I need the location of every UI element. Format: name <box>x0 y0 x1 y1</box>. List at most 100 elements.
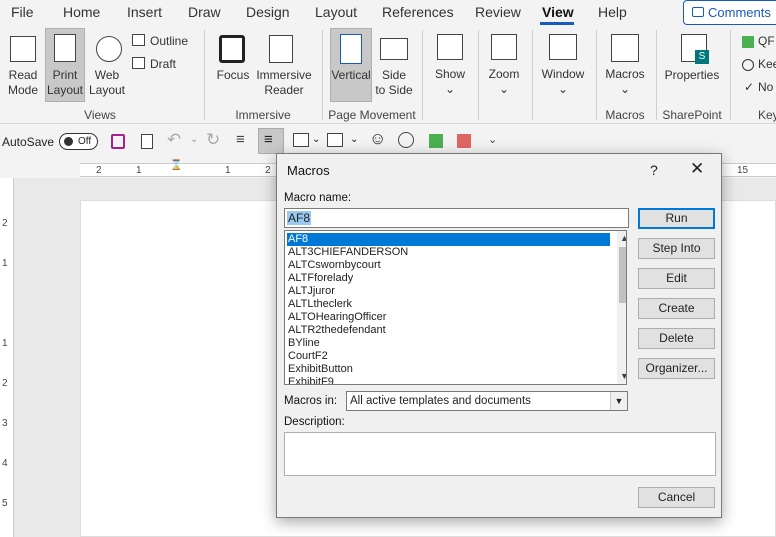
tab-draw[interactable]: Draw <box>188 4 221 20</box>
show-button[interactable]: Show <box>430 67 470 82</box>
chevron-down-icon[interactable]: ⌄ <box>190 134 198 145</box>
list-item[interactable]: ALTOHearingOfficer <box>287 311 610 324</box>
undo-icon[interactable]: ↶ <box>167 130 181 150</box>
tab-design[interactable]: Design <box>246 4 290 20</box>
zoom-icon <box>491 34 517 60</box>
list-item[interactable]: CourtF2 <box>287 350 610 363</box>
ruler-number: 4 <box>2 458 8 469</box>
window-button[interactable]: Window <box>538 67 588 82</box>
list-item[interactable]: BYline <box>287 337 610 350</box>
active-tab-indicator <box>540 22 574 25</box>
ruler-number: 2 <box>96 165 102 176</box>
separator <box>596 30 597 120</box>
macro-name-input[interactable]: AF8 <box>284 208 629 228</box>
macro-list[interactable]: AF8 ALT3CHIEFANDERSON ALTCswornbycourt A… <box>284 230 627 385</box>
comments-button[interactable]: Comments <box>683 0 776 25</box>
scrollbar-thumb[interactable] <box>619 247 626 303</box>
tab-review[interactable]: Review <box>475 4 521 20</box>
qf-button[interactable]: QF <box>758 34 775 49</box>
check-circle-icon[interactable] <box>398 132 414 148</box>
list-item[interactable]: ExhibitF9 <box>287 376 610 384</box>
macros-in-value: All active templates and documents <box>350 395 531 407</box>
table-icon[interactable] <box>293 133 309 147</box>
side-to-side-button[interactable]: Side to Side <box>374 68 414 98</box>
close-icon[interactable]: ✕ <box>690 159 704 179</box>
edit-button[interactable]: Edit <box>638 268 715 289</box>
list-item[interactable]: ALTLtheclerk <box>287 298 610 311</box>
tab-home[interactable]: Home <box>63 4 100 20</box>
separator <box>532 30 533 120</box>
tab-references[interactable]: References <box>382 4 454 20</box>
window-icon <box>549 34 577 60</box>
autosave-toggle[interactable]: Off <box>59 133 98 150</box>
macros-icon <box>611 34 639 62</box>
list-item[interactable]: ALTJjuror <box>287 285 610 298</box>
page-movement-group-label: Page Movement <box>328 108 416 122</box>
smiley-icon[interactable]: ☺ <box>369 129 386 149</box>
help-button[interactable]: ? <box>650 162 658 178</box>
chevron-down-icon[interactable]: ⌄ <box>312 134 320 145</box>
macro-name-value: AF8 <box>287 211 312 225</box>
list-item[interactable]: ALT3CHIEFANDERSON <box>287 246 610 259</box>
autosave-state: Off <box>78 136 92 147</box>
draft-icon <box>132 57 145 69</box>
redo-icon[interactable]: ↻ <box>206 130 220 150</box>
green-square-icon[interactable] <box>429 134 443 148</box>
new-document-icon[interactable] <box>141 134 153 149</box>
immersive-reader-icon <box>269 35 293 63</box>
description-box <box>284 432 716 476</box>
chevron-down-icon[interactable]: ⌄ <box>350 134 358 145</box>
sharepoint-icon: S <box>695 50 709 64</box>
list-item[interactable]: AF8 <box>287 233 610 246</box>
save-icon[interactable] <box>111 134 125 149</box>
cancel-button[interactable]: Cancel <box>638 487 715 508</box>
align-center-icon[interactable]: ≡ <box>236 131 245 148</box>
chevron-down-icon: ⌄ <box>619 82 631 96</box>
keep-button[interactable]: Kee <box>758 57 776 72</box>
web-layout-icon <box>96 36 122 62</box>
properties-button[interactable]: Properties <box>660 68 724 83</box>
macros-in-select[interactable]: All active templates and documents ▼ <box>346 391 628 411</box>
description-label: Description: <box>284 416 345 428</box>
ruler-number: 1 <box>136 165 142 176</box>
customize-toolbar-icon[interactable]: ⌄ <box>488 133 497 146</box>
immersive-reader-button[interactable]: Immersive Reader <box>254 68 314 98</box>
web-layout-button[interactable]: Web Layout <box>86 68 128 98</box>
chevron-down-icon: ⌄ <box>444 82 456 96</box>
grid-icon[interactable] <box>327 133 343 147</box>
tab-layout[interactable]: Layout <box>315 4 357 20</box>
list-item[interactable]: ALTR2thedefendant <box>287 324 610 337</box>
ruler-number: 5 <box>2 498 8 509</box>
indent-marker-icon[interactable]: ⌛ <box>170 160 182 171</box>
key-group-label: Key <box>758 108 776 122</box>
ruler-number: 1 <box>225 165 231 176</box>
draft-button[interactable]: Draft <box>150 57 176 72</box>
organizer-button[interactable]: Organizer... <box>638 358 715 379</box>
separator <box>204 30 205 120</box>
zoom-button[interactable]: Zoom <box>484 67 524 82</box>
qf-icon <box>742 36 754 48</box>
print-layout-icon <box>54 34 76 62</box>
chevron-down-icon[interactable]: ▼ <box>610 392 627 410</box>
scroll-up-icon[interactable]: ▲ <box>620 233 626 243</box>
tab-file[interactable]: File <box>11 4 34 20</box>
red-square-icon[interactable] <box>457 134 471 148</box>
scroll-down-icon[interactable]: ▼ <box>620 371 626 381</box>
list-item[interactable]: ALTCswornbycourt <box>287 259 610 272</box>
run-button[interactable]: Run <box>638 208 715 229</box>
vertical-label: Vertical <box>331 68 371 82</box>
macros-button[interactable]: Macros <box>600 67 650 82</box>
step-into-button[interactable]: Step Into <box>638 238 715 259</box>
tab-insert[interactable]: Insert <box>127 4 162 20</box>
focus-button[interactable]: Focus <box>213 68 253 83</box>
no-button[interactable]: No <box>758 80 773 95</box>
create-button[interactable]: Create <box>638 298 715 319</box>
tab-help[interactable]: Help <box>598 4 627 20</box>
delete-button[interactable]: Delete <box>638 328 715 349</box>
comment-icon <box>692 7 704 17</box>
list-item[interactable]: ExhibitButton <box>287 363 610 376</box>
tab-view[interactable]: View <box>542 4 574 20</box>
list-item[interactable]: ALTFforelady <box>287 272 610 285</box>
outline-button[interactable]: Outline <box>150 34 188 49</box>
read-mode-button[interactable]: Read Mode <box>2 68 44 98</box>
